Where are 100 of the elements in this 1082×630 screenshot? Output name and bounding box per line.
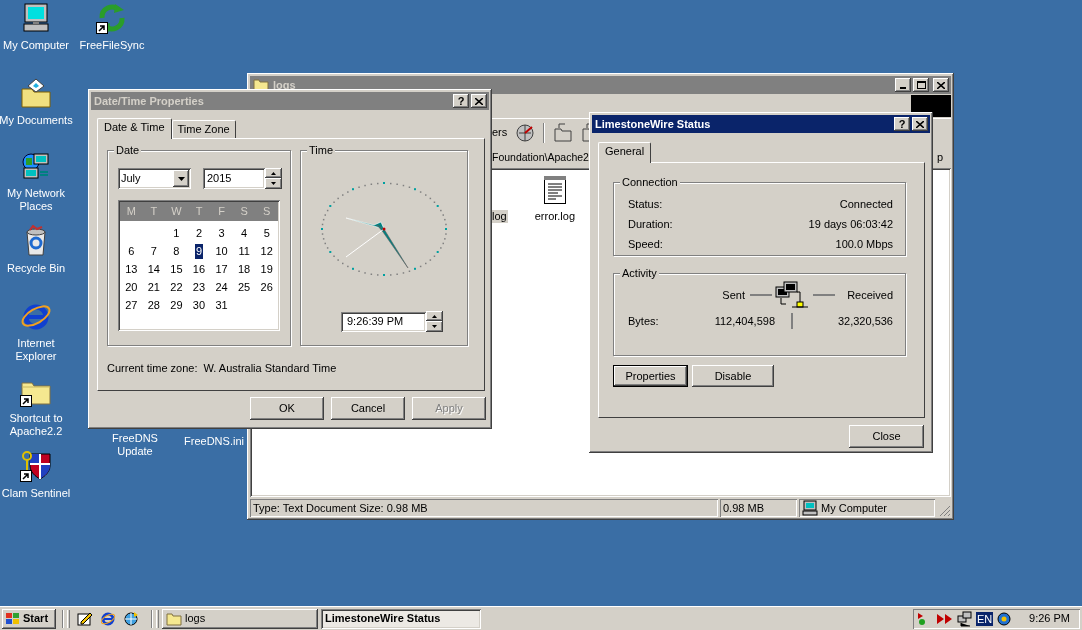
desktop-icon-label[interactable]: Recycle Bin xyxy=(6,262,66,275)
maximize-button[interactable] xyxy=(913,78,929,92)
calendar-day[interactable]: 24 xyxy=(214,279,229,295)
dropdown-arrow-button[interactable] xyxy=(173,170,189,187)
show-desktop-icon[interactable] xyxy=(77,610,93,627)
calendar-day[interactable]: 10 xyxy=(214,243,229,259)
activity-label: Sent xyxy=(722,288,745,302)
down-arrow-icon xyxy=(432,325,437,328)
down-arrow-icon xyxy=(271,182,276,185)
dialog-button[interactable]: Disable xyxy=(692,365,774,387)
spin-down-button[interactable] xyxy=(265,178,282,189)
tab[interactable]: Date & Time xyxy=(97,118,172,139)
up-arrow-icon xyxy=(271,171,276,175)
taskbar-button[interactable]: logs xyxy=(162,608,318,629)
language-indicator[interactable]: EN xyxy=(976,611,994,626)
globe-arrows-icon[interactable] xyxy=(123,610,139,627)
calendar-day[interactable]: 11 xyxy=(237,243,251,259)
desktop-icon-label[interactable]: My Network Places xyxy=(0,187,73,213)
minimize-button[interactable] xyxy=(895,78,911,92)
field-value: 100.0 Mbps xyxy=(835,237,893,251)
calendar-day[interactable]: 18 xyxy=(237,261,252,277)
calendar-day[interactable]: 27 xyxy=(124,297,139,313)
address-bar-text: p xyxy=(936,150,943,164)
calendar-day[interactable]: 2 xyxy=(194,225,204,241)
dialog-button[interactable]: OK xyxy=(250,397,324,420)
calendar-day[interactable]: 4 xyxy=(240,225,249,241)
spin-down-button[interactable] xyxy=(426,321,443,332)
field-value: Connected xyxy=(839,197,893,211)
documents-folder-icon[interactable] xyxy=(20,77,52,109)
calendar-day[interactable]: 20 xyxy=(124,279,139,295)
calendar-day[interactable]: 14 xyxy=(146,261,161,277)
network-computers-icon[interactable] xyxy=(20,150,52,182)
calendar-day[interactable]: 17 xyxy=(214,261,229,277)
close-button[interactable] xyxy=(912,117,928,131)
close-dialog-button[interactable]: Close xyxy=(849,425,924,448)
computer-icon[interactable] xyxy=(20,2,52,34)
close-button[interactable] xyxy=(471,94,487,108)
calendar-day[interactable]: 28 xyxy=(146,297,161,313)
address-text: Foundation\Apache2 xyxy=(492,150,589,164)
calendar-day[interactable]: 16 xyxy=(191,261,207,277)
calendar-day[interactable]: 3 xyxy=(217,225,226,241)
desktop-icon-label[interactable]: My Documents xyxy=(0,114,73,127)
desktop-icon-label[interactable]: Clam Sentinel xyxy=(1,487,71,500)
help-button[interactable]: ? xyxy=(894,117,910,131)
dialog-button[interactable]: Properties xyxy=(613,365,688,387)
desktop-icon-label[interactable]: FreeDNS Update xyxy=(98,432,172,458)
weekday-label: F xyxy=(217,205,226,218)
dialog-button[interactable]: Cancel xyxy=(331,397,405,420)
calendar-day[interactable]: 25 xyxy=(237,279,252,295)
help-button[interactable]: ? xyxy=(453,94,469,108)
status-bar-text: Type: Text Document Size: 0.98 MB xyxy=(253,501,428,515)
field-label: Duration: xyxy=(628,217,673,231)
activity-label: Received xyxy=(847,288,893,302)
window-title: LimestoneWire Status xyxy=(595,117,712,131)
network-computers-icon[interactable] xyxy=(957,610,973,627)
weekday-label: S xyxy=(239,205,249,218)
year-field[interactable]: 2015 xyxy=(203,168,265,189)
calendar-day[interactable]: 31 xyxy=(214,297,229,313)
desktop-icon-label[interactable]: My Computer xyxy=(3,39,69,52)
desktop-icon-label[interactable]: FreeDNS.ini xyxy=(184,435,244,448)
calendar-day[interactable]: 22 xyxy=(169,279,184,295)
desktop-icon-label[interactable]: Shortcut to Apache2.2 xyxy=(0,412,73,438)
calendar-day[interactable]: 9 xyxy=(194,243,204,259)
desktop-icon-label[interactable]: FreeFileSync xyxy=(79,39,145,52)
time-field[interactable]: 9:26:39 PM xyxy=(341,311,426,332)
toolbar-label[interactable]: ers xyxy=(492,126,508,139)
tab[interactable]: General xyxy=(598,142,652,163)
calendar-day[interactable]: 6 xyxy=(127,243,136,259)
calendar-day[interactable]: 13 xyxy=(124,261,139,277)
calendar-day[interactable]: 21 xyxy=(146,279,161,295)
start-button[interactable]: Start xyxy=(2,608,56,629)
shield-shortcut-icon[interactable] xyxy=(20,450,52,482)
calendar-day[interactable]: 12 xyxy=(259,243,274,259)
calendar-day[interactable]: 29 xyxy=(169,297,184,313)
desktop-icon-label[interactable]: Internet Explorer xyxy=(0,337,73,363)
calendar-day[interactable]: 26 xyxy=(259,279,274,295)
field-label: Bytes: xyxy=(628,314,660,328)
browser-logo-icon[interactable] xyxy=(100,610,116,627)
spin-up-button[interactable] xyxy=(265,168,282,178)
taskbar-button[interactable]: LimestoneWire Status xyxy=(321,608,481,629)
calendar-day[interactable]: 19 xyxy=(259,261,274,277)
close-icon xyxy=(475,97,483,105)
windows-flag-icon xyxy=(5,611,21,626)
calendar-day[interactable]: 30 xyxy=(191,297,207,313)
calendar-day[interactable]: 7 xyxy=(149,243,158,259)
calendar-day[interactable]: 1 xyxy=(172,225,181,241)
month-dropdown[interactable]: July xyxy=(118,168,191,189)
calendar-day[interactable]: 23 xyxy=(191,279,207,295)
tab[interactable]: Time Zone xyxy=(171,120,236,138)
weekday-label: T xyxy=(149,205,159,218)
calendar-day[interactable]: 15 xyxy=(169,261,184,277)
spin-up-button[interactable] xyxy=(426,311,443,321)
group-label: Connection xyxy=(620,175,680,189)
calendar-day[interactable]: 5 xyxy=(262,225,271,241)
calendar-day[interactable]: 8 xyxy=(172,243,181,259)
file-name[interactable]: error.log xyxy=(533,210,577,223)
field-label: Status: xyxy=(628,197,663,211)
resize-grip-icon[interactable] xyxy=(939,505,951,517)
tray-clock: 9:26 PM xyxy=(1029,612,1071,625)
close-button[interactable] xyxy=(933,78,949,92)
